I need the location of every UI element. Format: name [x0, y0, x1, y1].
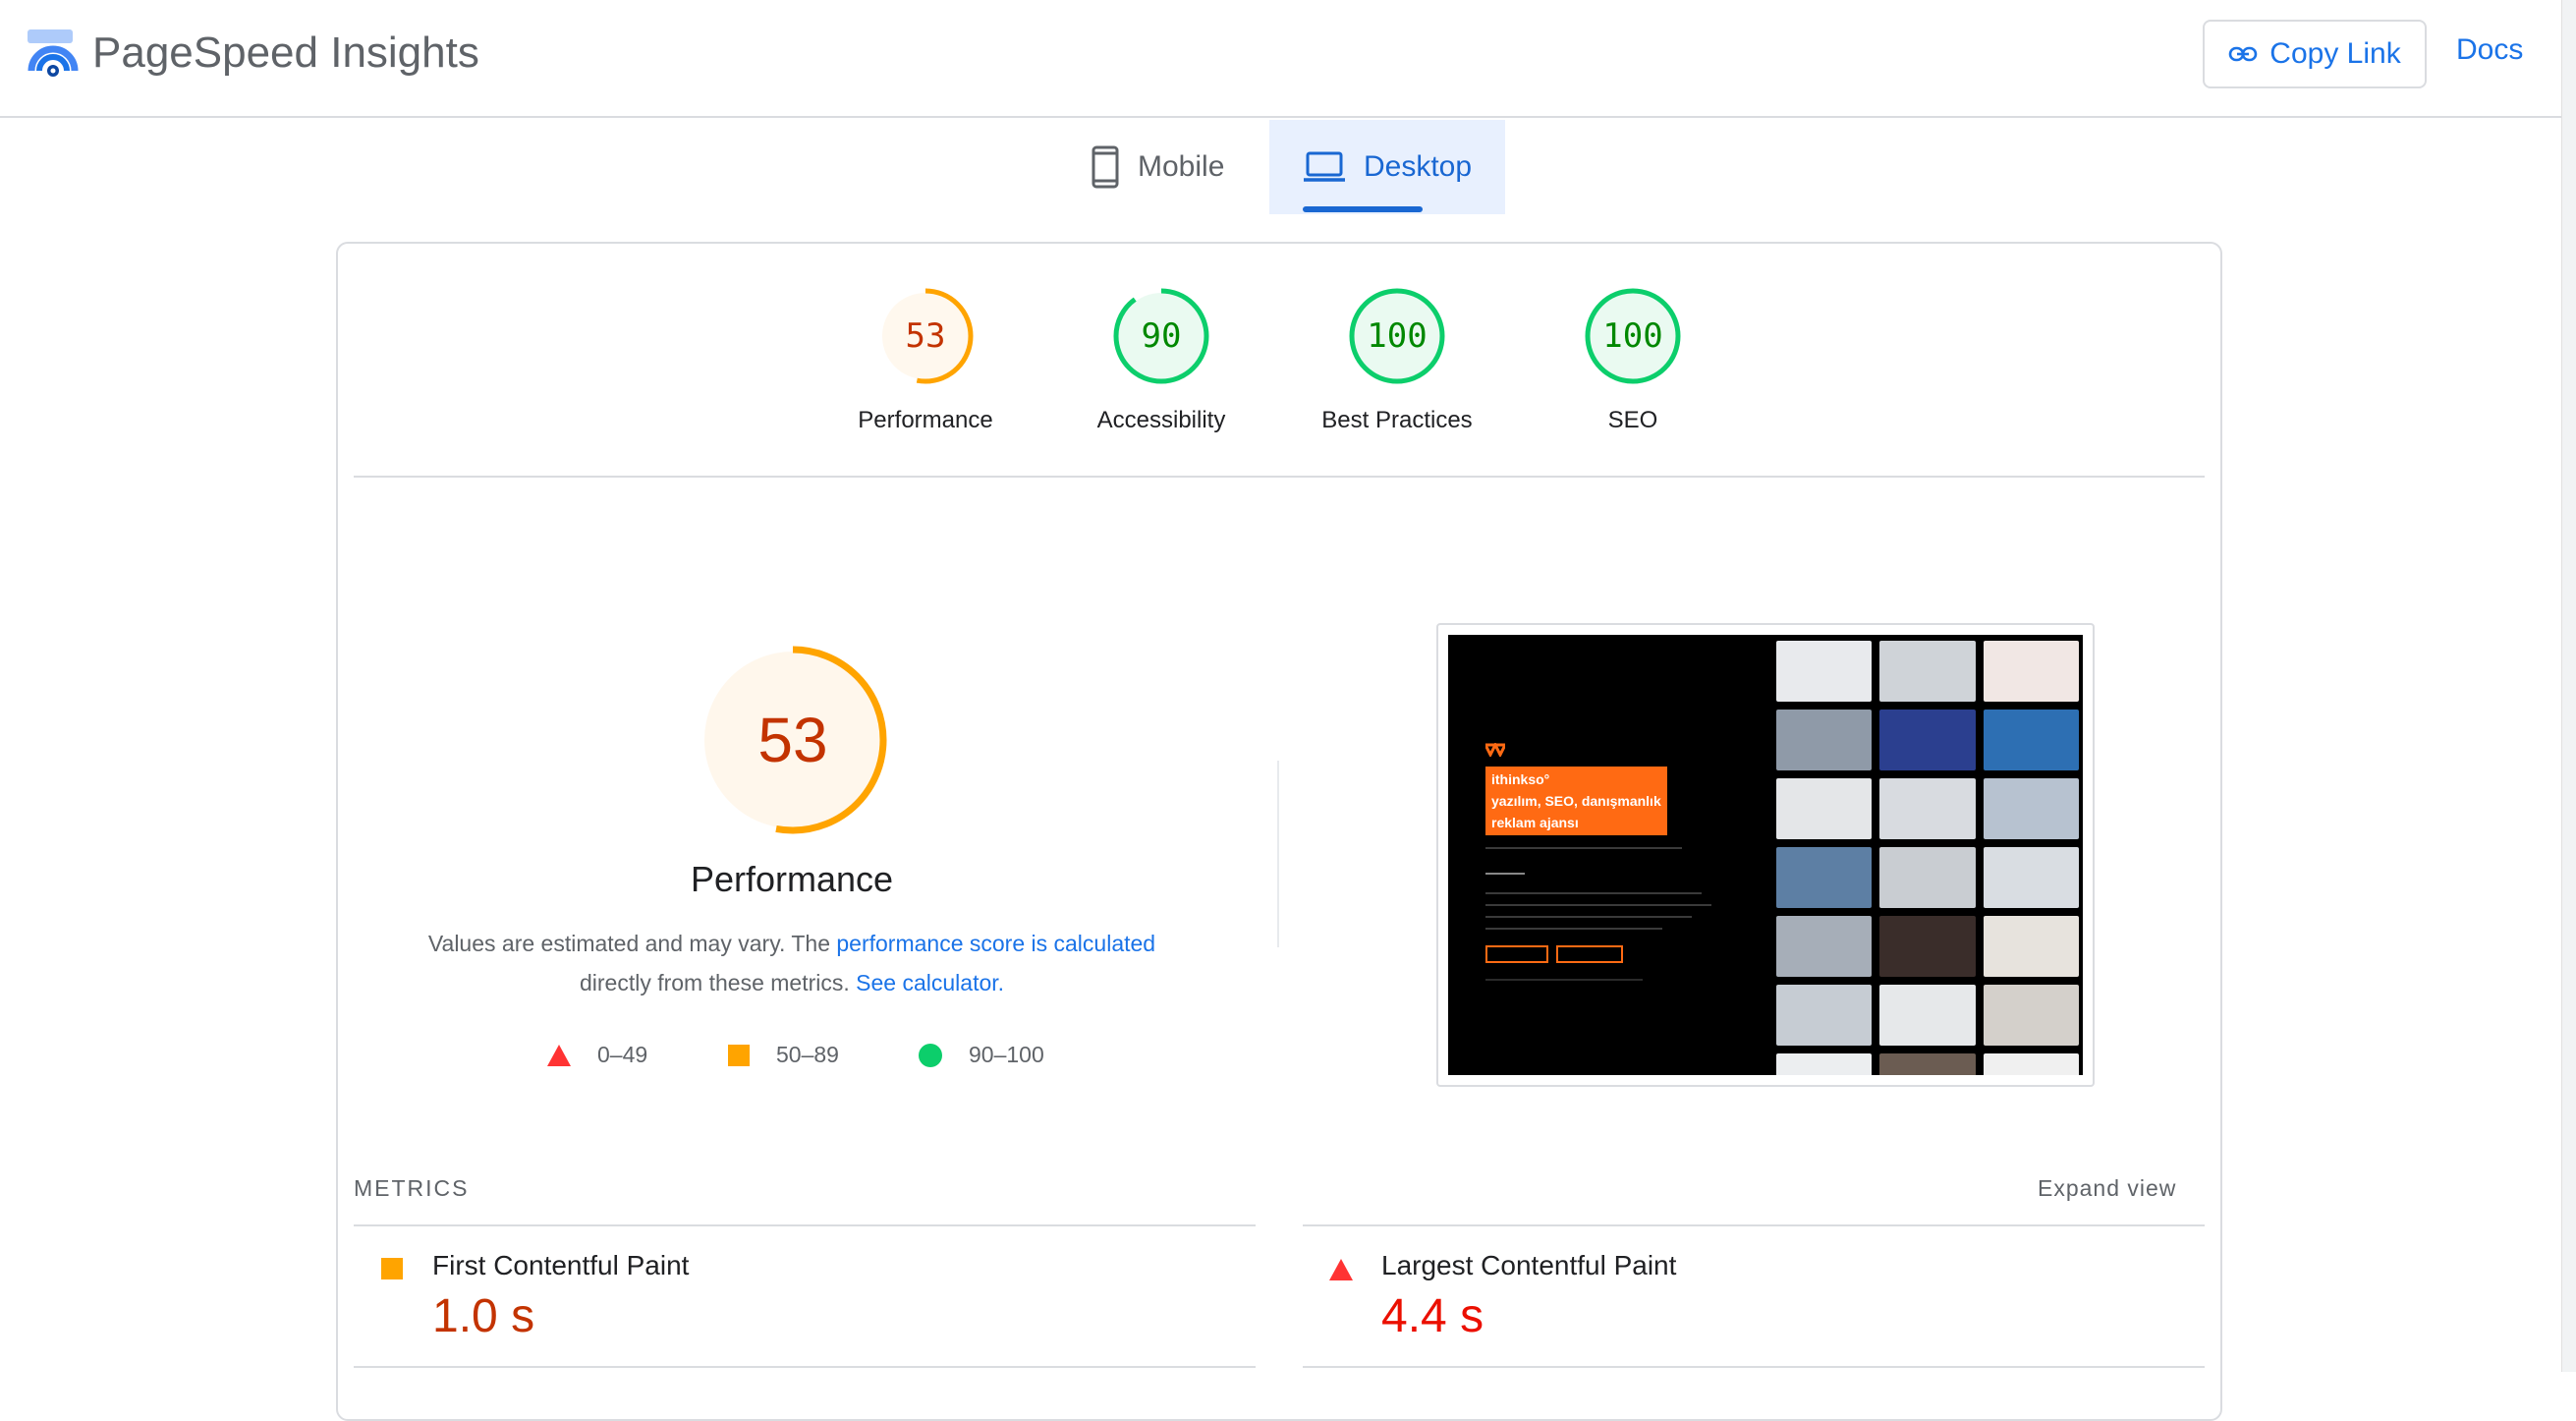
tab-selected-indicator: [1303, 206, 1423, 212]
screenshot-button: [1485, 945, 1548, 963]
metric-divider: [354, 1224, 1256, 1226]
expand-view-button[interactable]: Expand view: [2038, 1175, 2176, 1202]
screenshot-headline-line3: reklam ajansı: [1491, 815, 1579, 830]
screenshot-text-line: [1485, 916, 1692, 918]
average-square-icon: [728, 1044, 750, 1066]
page-scrollbar[interactable]: [2561, 0, 2576, 1372]
portfolio-thumb: [1983, 641, 2079, 702]
portfolio-thumb: [1983, 778, 2079, 839]
site-logo-icon: [1485, 743, 1505, 757]
portfolio-thumb: [1879, 778, 1976, 839]
portfolio-thumb: [1776, 847, 1873, 908]
metric-name-lcp: Largest Contentful Paint: [1381, 1250, 1677, 1280]
screenshot-text-line: [1485, 847, 1682, 849]
screenshot-button: [1556, 945, 1623, 963]
screenshot-headline-line2: yazılım, SEO, danışmanlık: [1491, 793, 1661, 809]
screenshot-headline-line1: ithinkso°: [1491, 771, 1550, 787]
portfolio-thumb: [1879, 847, 1976, 908]
legend-average: 50–89: [727, 1042, 839, 1068]
portfolio-thumb: [1879, 985, 1976, 1046]
portfolio-thumb: [1983, 916, 2079, 977]
link-icon: [2228, 46, 2258, 62]
legend-pass-range: 90–100: [969, 1042, 1044, 1067]
desc-prefix: Values are estimated and may vary. The: [427, 931, 837, 956]
screenshot-portfolio-grid: [1772, 635, 2083, 1075]
legend-average-range: 50–89: [776, 1042, 839, 1067]
tab-mobile[interactable]: Mobile: [1071, 120, 1267, 214]
gauge-accessibility[interactable]: 90: [1112, 287, 1210, 385]
section-divider: [354, 476, 2205, 478]
portfolio-thumb: [1983, 985, 2079, 1046]
pagespeed-logo-icon[interactable]: [26, 28, 81, 83]
desc-mid: directly from these metrics.: [579, 970, 857, 995]
portfolio-thumb: [1879, 710, 1976, 770]
screenshot-text-line: [1485, 979, 1643, 981]
gauge-score-seo: 100: [1602, 316, 1663, 356]
metric-value-fcp: 1.0 s: [432, 1290, 535, 1342]
gauge-score-best-practices: 100: [1367, 316, 1428, 356]
legend-fail-range: 0–49: [597, 1042, 648, 1067]
gauge-label-accessibility: Accessibility: [1096, 407, 1226, 433]
app-header: PageSpeed Insights Copy Link Docs: [0, 0, 2576, 118]
metric-divider: [354, 1366, 1256, 1368]
big-gauge-score: 53: [757, 705, 828, 775]
vertical-separator: [1277, 761, 1279, 947]
performance-big-gauge: 53: [698, 645, 888, 835]
portfolio-thumb: [1776, 778, 1873, 839]
screenshot-text-line: [1485, 904, 1711, 906]
metric-name-fcp: First Contentful Paint: [432, 1250, 690, 1280]
screenshot-text-line: [1485, 873, 1525, 875]
gauge-seo[interactable]: 100: [1584, 287, 1682, 385]
portfolio-thumb: [1879, 1053, 1976, 1075]
docs-link[interactable]: Docs: [2456, 33, 2523, 67]
fail-triangle-icon: [1329, 1259, 1353, 1280]
metric-divider: [1303, 1224, 2205, 1226]
tab-mobile-label: Mobile: [1138, 150, 1225, 183]
app-title: PageSpeed Insights: [92, 28, 479, 77]
legend-fail: 0–49: [546, 1042, 647, 1068]
performance-title: Performance: [690, 859, 894, 899]
phone-icon: [1092, 145, 1119, 189]
performance-description: Values are estimated and may vary. The p…: [393, 924, 1191, 1002]
copy-link-label: Copy Link: [2269, 37, 2401, 70]
metrics-heading: METRICS: [354, 1175, 470, 1201]
see-calculator-link[interactable]: See calculator.: [856, 970, 1004, 995]
gauge-performance[interactable]: 53: [876, 287, 975, 385]
performance-score-link[interactable]: performance score is calculated: [836, 931, 1155, 956]
laptop-icon: [1304, 151, 1345, 182]
portfolio-thumb: [1983, 1053, 2079, 1075]
gauge-label-best-practices: Best Practices: [1321, 407, 1473, 433]
gauge-best-practices[interactable]: 100: [1348, 287, 1446, 385]
portfolio-thumb: [1776, 1053, 1873, 1075]
fail-triangle-icon: [547, 1044, 571, 1066]
final-screenshot-frame[interactable]: ithinkso° yazılım, SEO, danışmanlık rekl…: [1436, 623, 2095, 1087]
portfolio-thumb: [1879, 641, 1976, 702]
pass-circle-icon: [919, 1043, 942, 1067]
metric-divider: [1303, 1366, 2205, 1368]
tab-desktop[interactable]: Desktop: [1269, 120, 1505, 214]
screenshot-text-line: [1485, 928, 1662, 930]
portfolio-thumb: [1776, 916, 1873, 977]
screenshot-text-line: [1485, 892, 1702, 894]
legend-pass: 90–100: [918, 1042, 1044, 1068]
tab-desktop-label: Desktop: [1364, 150, 1473, 183]
gauge-score-performance: 53: [905, 316, 946, 356]
metric-value-lcp: 4.4 s: [1381, 1290, 1484, 1342]
copy-link-button[interactable]: Copy Link: [2203, 20, 2427, 88]
portfolio-thumb: [1776, 641, 1873, 702]
portfolio-thumb: [1776, 710, 1873, 770]
portfolio-thumb: [1983, 847, 2079, 908]
gauge-label-performance: Performance: [858, 407, 993, 433]
gauge-label-seo: SEO: [1607, 407, 1658, 433]
gauge-score-accessibility: 90: [1141, 316, 1182, 356]
screenshot-headline: ithinkso° yazılım, SEO, danışmanlık rekl…: [1485, 767, 1667, 835]
portfolio-thumb: [1879, 916, 1976, 977]
final-screenshot: ithinkso° yazılım, SEO, danışmanlık rekl…: [1448, 635, 2083, 1075]
portfolio-thumb: [1983, 710, 2079, 770]
average-square-icon: [381, 1258, 403, 1279]
portfolio-thumb: [1776, 985, 1873, 1046]
